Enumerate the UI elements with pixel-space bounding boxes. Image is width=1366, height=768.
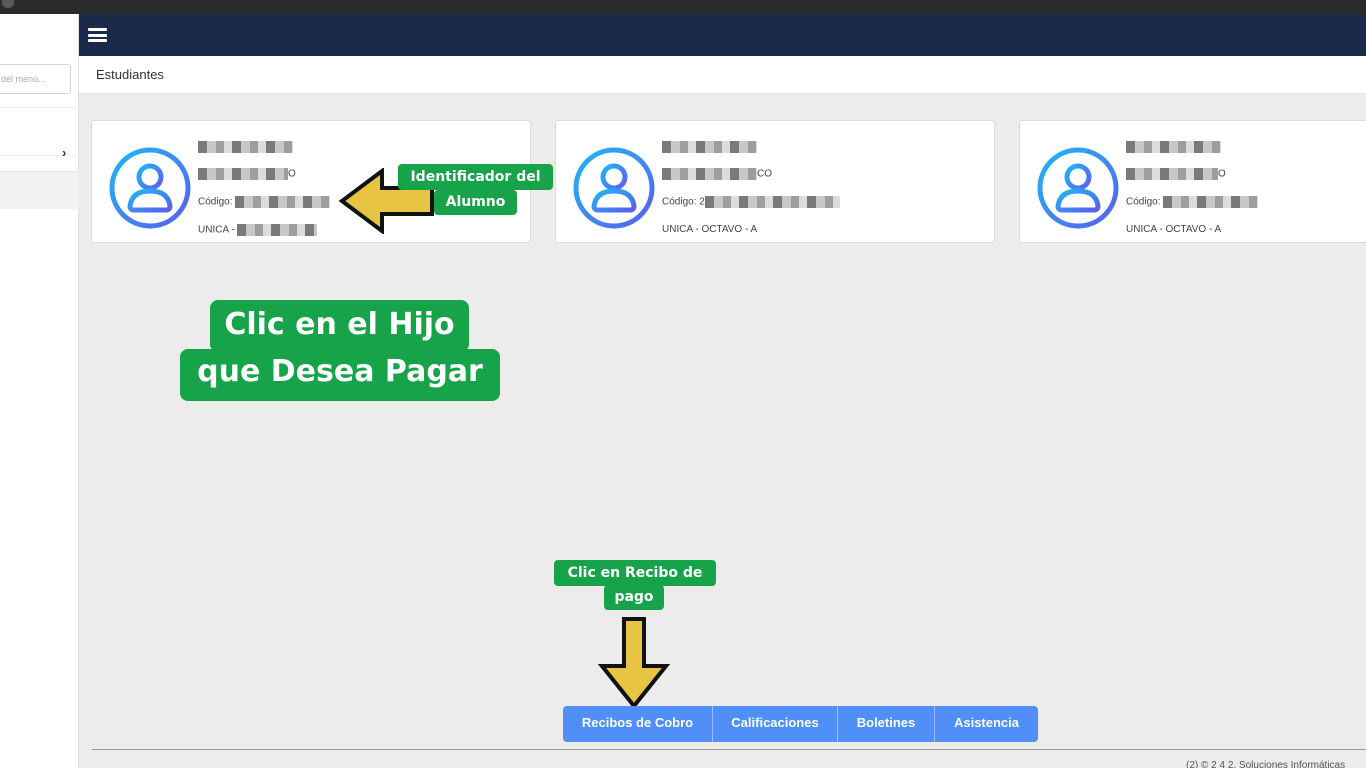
menu-search-input[interactable]: del menú...	[0, 64, 71, 94]
footer-text: (2) © 2 4 2, Soluciones Informáticas	[1186, 760, 1346, 768]
browser-favicon	[2, 0, 14, 8]
student-card[interactable]: O Código: UNICA - OCTAVO - A	[1019, 120, 1366, 243]
student-card[interactable]: CO Código: 2 UNICA - OCTAVO - A	[555, 120, 995, 243]
redacted-code	[704, 196, 840, 208]
student-actions-tabs: Recibos de Cobro Calificaciones Boletine…	[563, 706, 1038, 742]
user-avatar-icon	[573, 147, 655, 229]
sidebar-item[interactable]	[0, 107, 79, 155]
redacted-surname	[198, 168, 288, 180]
hamburger-menu-icon[interactable]	[88, 28, 107, 42]
top-navbar	[79, 14, 1366, 56]
redacted-name	[1126, 141, 1221, 153]
annotation-receipt-line2: pago	[604, 585, 664, 610]
arrow-down-icon	[598, 617, 670, 710]
redacted-name	[198, 141, 293, 153]
sidebar: del menú... ›	[0, 14, 79, 768]
grade-label: UNICA - OCTAVO - A	[1126, 224, 1222, 235]
grade-label: UNICA -	[198, 224, 235, 236]
tab-recibos-de-cobro[interactable]: Recibos de Cobro	[563, 706, 713, 742]
code-label: Código:	[662, 196, 697, 208]
redacted-code	[1163, 196, 1259, 208]
tab-boletines[interactable]: Boletines	[838, 706, 935, 742]
redacted-code	[235, 196, 331, 208]
sidebar-item-active[interactable]	[0, 171, 79, 209]
annotation-instruction-line1: Clic en el Hijo	[210, 300, 469, 352]
footer-divider	[92, 749, 1366, 750]
code-label: Código:	[198, 196, 233, 208]
redacted-surname	[662, 168, 757, 180]
chevron-right-icon[interactable]: ›	[62, 145, 66, 160]
annotation-instruction-line2: que Desea Pagar	[180, 349, 500, 401]
breadcrumb: Estudiantes	[79, 56, 1366, 94]
user-avatar-icon	[109, 147, 191, 229]
redacted-name	[662, 141, 757, 153]
redacted-surname	[1126, 168, 1218, 180]
browser-tab-strip	[0, 0, 1366, 14]
annotation-identifier-line2: Alumno	[434, 190, 517, 215]
redacted-grade	[237, 224, 318, 236]
user-avatar-icon	[1037, 147, 1119, 229]
page-title: Estudiantes	[96, 67, 164, 82]
tab-asistencia[interactable]: Asistencia	[935, 706, 1038, 742]
annotation-identifier-line1: Identificador del	[398, 164, 553, 190]
tab-calificaciones[interactable]: Calificaciones	[713, 706, 838, 742]
code-label: Código:	[1126, 196, 1161, 208]
grade-label: UNICA - OCTAVO - A	[662, 224, 758, 235]
annotation-receipt-line1: Clic en Recibo de	[554, 560, 716, 586]
